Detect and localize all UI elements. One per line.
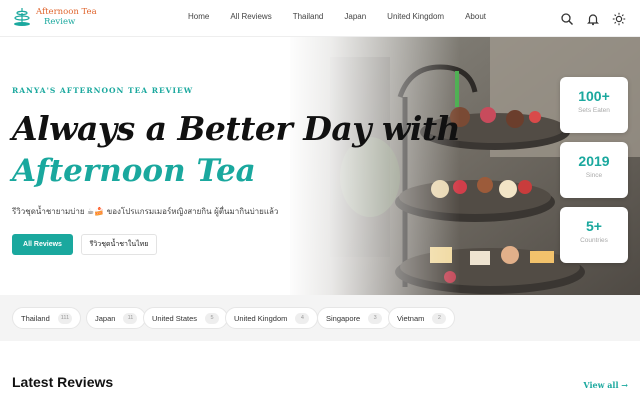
hero-title-line2: Afternoon Tea: [12, 153, 256, 189]
stat-card-since: 2019 Since: [560, 142, 628, 198]
logo-text-line1: Afternoon Tea: [36, 7, 97, 17]
country-chip-japan[interactable]: Japan 11: [86, 307, 147, 329]
hero-subtitle: รีวิวชุดน้ำชายามบ่าย ☕🍰 ของโปรแกรมเมอร์ห…: [12, 207, 279, 216]
country-chip-thailand[interactable]: Thailand 111: [12, 307, 82, 329]
header-actions: [560, 11, 626, 26]
sun-icon[interactable]: [612, 11, 626, 26]
chip-count-badge: 11: [123, 312, 138, 324]
country-filter-bar: Thailand 111 Japan 11 United States 5 Un…: [0, 295, 640, 341]
stat-value: 2019: [578, 153, 610, 169]
chip-label: Vietnam: [397, 313, 425, 323]
teapot-tiered-stand-icon: [14, 8, 30, 26]
country-chip-vietnam[interactable]: Vietnam 2: [388, 307, 456, 329]
nav-thailand[interactable]: Thailand: [293, 12, 324, 21]
chip-label: Thailand: [21, 313, 50, 323]
stat-card-countries: 5+ Countries: [560, 207, 628, 263]
stat-value: 5+: [586, 218, 602, 234]
site-header: Afternoon Tea Review Home All Reviews Th…: [0, 0, 640, 37]
chip-label: United States: [152, 313, 198, 323]
chip-label: United Kingdom: [234, 313, 288, 323]
hero-title-line1: Always a Better Day with: [12, 109, 461, 148]
stat-label: Since: [585, 172, 603, 179]
chip-count-badge: 4: [295, 312, 310, 324]
nav-united-kingdom[interactable]: United Kingdom: [387, 12, 444, 21]
nav-japan[interactable]: Japan: [344, 12, 366, 21]
hero-section: RANYA'S AFTERNOON TEA REVIEW Always a Be…: [0, 37, 640, 295]
chip-label: Singapore: [326, 313, 361, 323]
stat-label: Sets Eaten: [578, 107, 610, 114]
country-chip-singapore[interactable]: Singapore 3: [317, 307, 392, 329]
country-chip-united-states[interactable]: United States 5: [143, 307, 229, 329]
site-logo[interactable]: Afternoon Tea Review: [12, 7, 97, 27]
nav-all-reviews[interactable]: All Reviews: [230, 12, 271, 21]
chip-count-badge: 111: [57, 312, 73, 324]
stat-label: Countries: [580, 237, 608, 244]
hero-eyebrow: RANYA'S AFTERNOON TEA REVIEW: [12, 86, 194, 95]
stat-value: 100+: [578, 88, 610, 104]
nav-about[interactable]: About: [465, 12, 486, 21]
chip-count-badge: 5: [205, 312, 220, 324]
latest-reviews-heading: Latest Reviews: [12, 374, 114, 390]
main-nav: Home All Reviews Thailand Japan United K…: [188, 12, 507, 21]
nav-home[interactable]: Home: [188, 12, 209, 21]
bell-icon[interactable]: [586, 11, 600, 26]
chip-count-badge: 2: [432, 312, 447, 324]
country-chip-united-kingdom[interactable]: United Kingdom 4: [225, 307, 319, 329]
stat-card-sets: 100+ Sets Eaten: [560, 77, 628, 133]
all-reviews-button[interactable]: All Reviews: [12, 234, 73, 255]
chip-label: Japan: [95, 313, 116, 323]
chip-count-badge: 3: [368, 312, 383, 324]
thai-reviews-button[interactable]: รีวิวชุดน้ำชาในไทย: [81, 234, 157, 255]
logo-text-line2: Review: [44, 17, 76, 27]
search-icon[interactable]: [560, 11, 574, 25]
view-all-link[interactable]: View all →: [583, 380, 628, 390]
